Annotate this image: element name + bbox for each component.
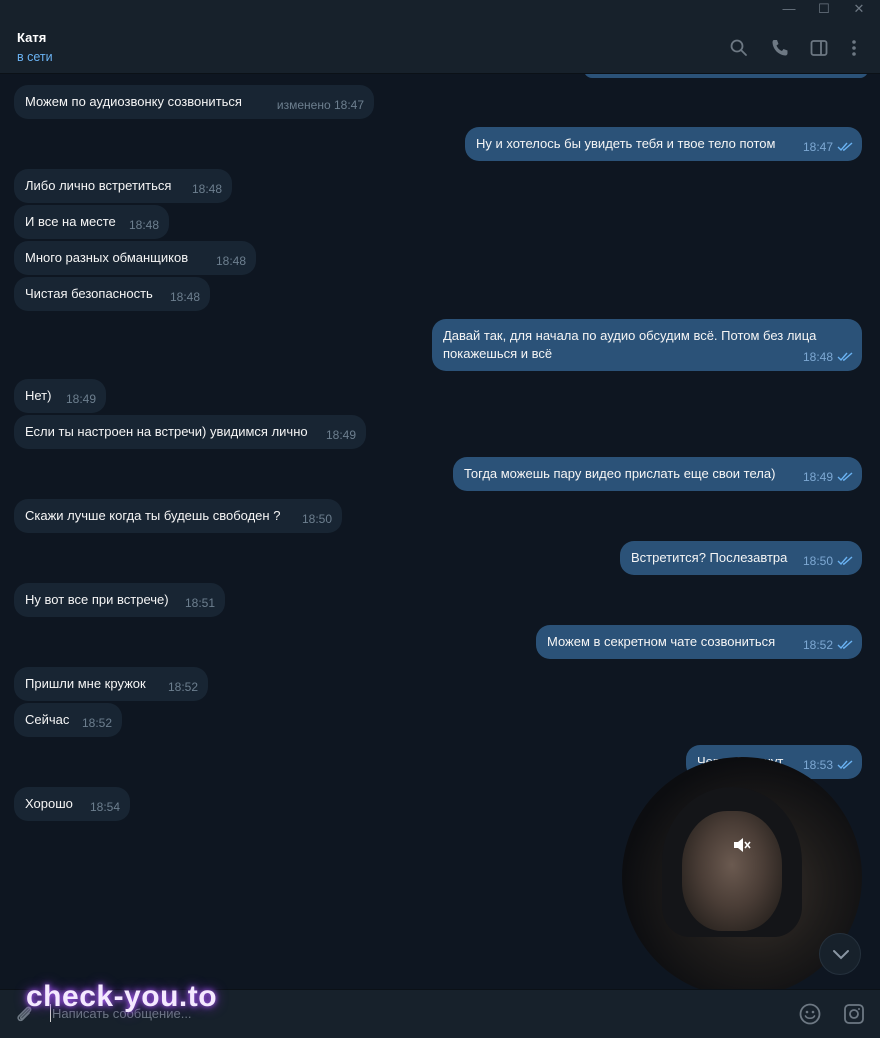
message-text: Нет)	[25, 388, 52, 403]
message-bubble-incoming[interactable]: Скажи лучше когда ты будешь свободен ? 1…	[14, 499, 342, 533]
message-text: Ну и хотелось бы увидеть тебя и твое тел…	[476, 136, 776, 151]
message-time: изменено 18:47	[276, 98, 364, 112]
message-time: 18:54	[89, 800, 120, 814]
message-text: Можем по аудиозвонку созвониться	[25, 94, 242, 109]
message-text: Чистая безопасность	[25, 286, 153, 301]
message-bubble-outgoing[interactable]: Встретится? Послезавтра 18:50	[620, 541, 862, 575]
minimize-button[interactable]: —	[771, 0, 807, 20]
peer-status: в сети	[17, 50, 53, 64]
close-button[interactable]: ✕	[841, 0, 877, 20]
more-icon[interactable]	[844, 38, 864, 58]
message-bubble-incoming[interactable]: Если ты настроен на встречи) увидимся ли…	[14, 415, 366, 449]
video-subject-face	[682, 811, 782, 931]
message-text: Можем в секретном чате созвониться	[547, 634, 776, 649]
message-bubble-incoming[interactable]: Сейчас 18:52	[14, 703, 122, 737]
message-time: 18:52	[81, 716, 112, 730]
message-bubble-outgoing[interactable]: Тогда можешь пару видео прислать еще сво…	[453, 457, 862, 491]
message-bubble-incoming[interactable]: Много разных обманщиков 18:48	[14, 241, 256, 275]
message-bubble-incoming[interactable]: Ну вот все при встрече) 18:51	[14, 583, 225, 617]
message-bubble-incoming[interactable]: И все на месте 18:48	[14, 205, 169, 239]
message-time: 18:47	[802, 140, 833, 154]
double-check-icon	[837, 352, 853, 362]
message-time: 18:52	[802, 638, 833, 652]
camera-icon[interactable]	[842, 1002, 866, 1026]
message-text-line2: покажешься и всё	[443, 346, 553, 361]
message-time: 18:51	[184, 596, 215, 610]
double-check-icon	[837, 472, 853, 482]
double-check-icon	[837, 640, 853, 650]
chat-header: Катя в сети	[0, 20, 880, 74]
message-time: 18:48	[191, 182, 222, 196]
message-text: Сейчас	[25, 712, 70, 727]
message-bubble-incoming[interactable]: Чистая безопасность 18:48	[14, 277, 210, 311]
message-text: И все на месте	[25, 214, 116, 229]
message-bubble-incoming[interactable]: Либо лично встретиться 18:48	[14, 169, 232, 203]
double-check-icon	[837, 760, 853, 770]
message-time: 18:49	[325, 428, 356, 442]
message-time: 18:52	[167, 680, 198, 694]
sidebar-icon[interactable]	[809, 38, 829, 58]
message-text: Пришли мне кружок	[25, 676, 146, 691]
maximize-button[interactable]: ☐	[806, 0, 842, 20]
message-time: 18:49	[65, 392, 96, 406]
message-time: 18:49	[802, 470, 833, 484]
double-check-icon	[837, 142, 853, 152]
peer-name[interactable]: Катя	[17, 30, 46, 45]
watermark: check-you.to	[26, 980, 218, 1013]
message-time: 18:48	[802, 350, 833, 364]
emoji-icon[interactable]	[798, 1002, 822, 1026]
scroll-down-button[interactable]	[819, 933, 861, 975]
message-text: Скажи лучше когда ты будешь свободен ?	[25, 508, 281, 523]
message-text: Тогда можешь пару видео прислать еще сво…	[464, 466, 776, 481]
message-time: 18:53	[802, 758, 833, 772]
message-time: 18:48	[128, 218, 159, 232]
message-time: 18:48	[169, 290, 200, 304]
message-time: 18:50	[301, 512, 332, 526]
message-bubble-outgoing[interactable]: Можем в секретном чате созвониться 18:52	[536, 625, 862, 659]
search-icon[interactable]	[729, 38, 749, 58]
double-check-icon	[837, 556, 853, 566]
message-bubble-incoming[interactable]: Пришли мне кружок 18:52	[14, 667, 208, 701]
window-titlebar: — ☐ ✕	[0, 0, 880, 20]
message-bubble-incoming[interactable]: Нет) 18:49	[14, 379, 106, 413]
phone-icon[interactable]	[770, 38, 790, 58]
message-text: Давай так, для начала по аудио обсудим в…	[443, 328, 817, 343]
message-text: Если ты настроен на встречи) увидимся ли…	[25, 424, 308, 439]
message-time: 18:48	[215, 254, 246, 268]
message-bubble-incoming[interactable]: Можем по аудиозвонку созвониться изменен…	[14, 85, 374, 119]
message-bubble-outgoing[interactable]: Ну и хотелось бы увидеть тебя и твое тел…	[465, 127, 862, 161]
chevron-down-icon	[833, 950, 849, 960]
message-text: Либо лично встретиться	[25, 178, 172, 193]
message-text: Ну вот все при встрече)	[25, 592, 169, 607]
message-text: Много разных обманщиков	[25, 250, 189, 265]
message-bubble-outgoing[interactable]: Давай так, для начала по аудио обсудим в…	[432, 319, 862, 371]
message-time: 18:50	[802, 554, 833, 568]
message-text: Хорошо	[25, 796, 73, 811]
message-text: Встретится? Послезавтра	[631, 550, 788, 565]
mute-icon[interactable]	[732, 836, 752, 854]
message-bubble-incoming[interactable]: Хорошо 18:54	[14, 787, 130, 821]
message-bubble-partial	[584, 74, 868, 78]
